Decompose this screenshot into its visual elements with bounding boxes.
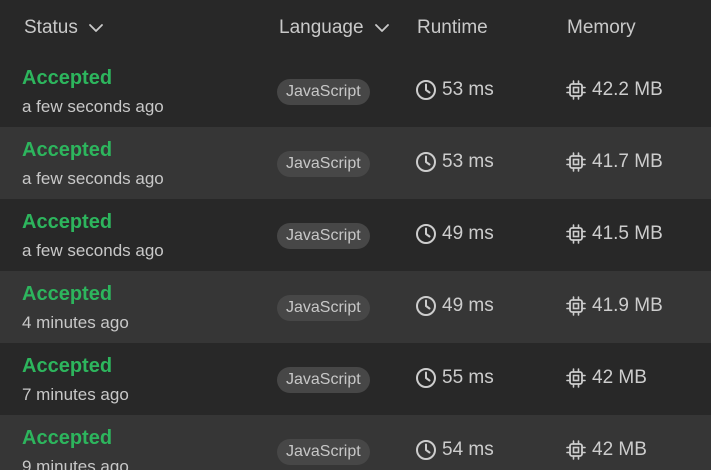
submitted-time: 4 minutes ago — [22, 313, 129, 332]
status-link[interactable]: Accepted — [22, 67, 112, 90]
runtime-value: 55 ms — [415, 367, 494, 389]
language-badge: JavaScript — [277, 367, 370, 393]
language-column-header[interactable]: Language — [279, 17, 390, 39]
clock-icon — [415, 151, 437, 173]
submission-row[interactable]: Accepted a few seconds ago JavaScript 53… — [0, 55, 711, 127]
runtime-value: 53 ms — [415, 79, 494, 101]
chip-icon — [565, 151, 587, 173]
language-badge: JavaScript — [277, 151, 370, 177]
runtime-text: 54 ms — [442, 439, 494, 460]
memory-value: 41.5 MB — [565, 223, 663, 245]
status-link[interactable]: Accepted — [22, 283, 112, 306]
submitted-time: a few seconds ago — [22, 169, 164, 188]
runtime-text: 55 ms — [442, 367, 494, 388]
submitted-time: a few seconds ago — [22, 241, 164, 260]
clock-icon — [415, 79, 437, 101]
status-column-header[interactable]: Status — [24, 17, 104, 39]
submitted-time: 9 minutes ago — [22, 457, 129, 470]
language-badge: JavaScript — [277, 295, 370, 321]
runtime-column-header: Runtime — [417, 17, 488, 39]
clock-icon — [415, 439, 437, 461]
submitted-time: a few seconds ago — [22, 97, 164, 116]
memory-text: 42 MB — [592, 439, 647, 460]
chip-icon — [565, 439, 587, 461]
memory-text: 41.9 MB — [592, 295, 663, 316]
status-link[interactable]: Accepted — [22, 211, 112, 234]
runtime-text: 53 ms — [442, 151, 494, 172]
chip-icon — [565, 295, 587, 317]
runtime-text: 49 ms — [442, 223, 494, 244]
memory-text: 41.5 MB — [592, 223, 663, 244]
memory-text: 42 MB — [592, 367, 647, 388]
status-link[interactable]: Accepted — [22, 427, 112, 450]
clock-icon — [415, 367, 437, 389]
status-link[interactable]: Accepted — [22, 355, 112, 378]
submission-row[interactable]: Accepted a few seconds ago JavaScript 49… — [0, 199, 711, 271]
submission-row[interactable]: Accepted 4 minutes ago JavaScript 49 ms … — [0, 271, 711, 343]
submitted-time: 7 minutes ago — [22, 385, 129, 404]
runtime-header-label: Runtime — [417, 17, 488, 38]
status-header-label: Status — [24, 17, 78, 38]
runtime-text: 49 ms — [442, 295, 494, 316]
submissions-panel: Status Language Runtime Memory Accepted — [0, 0, 711, 470]
memory-value: 42 MB — [565, 439, 647, 461]
status-link[interactable]: Accepted — [22, 139, 112, 162]
language-badge: JavaScript — [277, 223, 370, 249]
memory-value: 41.7 MB — [565, 151, 663, 173]
submission-list: Accepted a few seconds ago JavaScript 53… — [0, 55, 711, 470]
memory-value: 42.2 MB — [565, 79, 663, 101]
chip-icon — [565, 367, 587, 389]
runtime-value: 49 ms — [415, 295, 494, 317]
runtime-value: 54 ms — [415, 439, 494, 461]
runtime-text: 53 ms — [442, 79, 494, 100]
clock-icon — [415, 223, 437, 245]
chip-icon — [565, 223, 587, 245]
memory-text: 42.2 MB — [592, 79, 663, 100]
chevron-down-icon[interactable] — [88, 20, 104, 36]
memory-column-header: Memory — [567, 17, 636, 39]
runtime-value: 53 ms — [415, 151, 494, 173]
language-badge: JavaScript — [277, 79, 370, 105]
submission-row[interactable]: Accepted 7 minutes ago JavaScript 55 ms … — [0, 343, 711, 415]
language-badge: JavaScript — [277, 439, 370, 465]
memory-value: 41.9 MB — [565, 295, 663, 317]
clock-icon — [415, 295, 437, 317]
memory-text: 41.7 MB — [592, 151, 663, 172]
language-header-label: Language — [279, 17, 364, 38]
table-header: Status Language Runtime Memory — [0, 0, 711, 56]
chip-icon — [565, 79, 587, 101]
chevron-down-icon[interactable] — [374, 20, 390, 36]
memory-value: 42 MB — [565, 367, 647, 389]
submission-row[interactable]: Accepted 9 minutes ago JavaScript 54 ms … — [0, 415, 711, 470]
submission-row[interactable]: Accepted a few seconds ago JavaScript 53… — [0, 127, 711, 199]
runtime-value: 49 ms — [415, 223, 494, 245]
memory-header-label: Memory — [567, 17, 636, 38]
